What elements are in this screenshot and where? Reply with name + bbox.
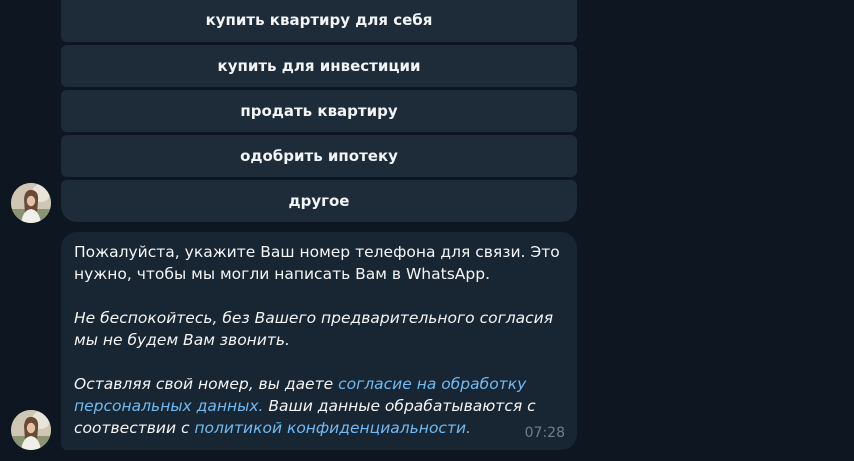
inline-keyboard: купить квартиру для себя купить для инве…	[61, 0, 577, 225]
keyboard-button-sell-apartment[interactable]: продать квартиру	[61, 90, 577, 132]
avatar-photo-icon	[11, 410, 51, 450]
keyboard-button-buy-for-investment[interactable]: купить для инвестиции	[61, 45, 577, 87]
message-paragraph-italic: Не беспокойтесь, без Вашего предваритель…	[74, 309, 554, 349]
message-bubble: Пожалуйста, укажите Ваш номер телефона д…	[61, 232, 577, 450]
bot-avatar[interactable]	[11, 183, 51, 223]
consent-text: Оставляя свой номер, вы даете	[74, 375, 339, 393]
keyboard-button-other[interactable]: другое	[61, 180, 577, 222]
message-paragraph: Пожалуйста, укажите Ваш номер телефона д…	[74, 243, 560, 283]
keyboard-button-approve-mortgage[interactable]: одобрить ипотеку	[61, 135, 577, 177]
message-timestamp: 07:28	[524, 425, 565, 441]
message-consent-paragraph: Оставляя свой номер, вы даете согласие н…	[74, 373, 564, 439]
avatar-photo-icon	[11, 183, 51, 223]
keyboard-button-buy-for-self[interactable]: купить квартиру для себя	[61, 0, 577, 42]
bot-avatar[interactable]	[11, 410, 51, 450]
privacy-policy-link[interactable]: политикой конфиденциальности.	[194, 419, 471, 437]
